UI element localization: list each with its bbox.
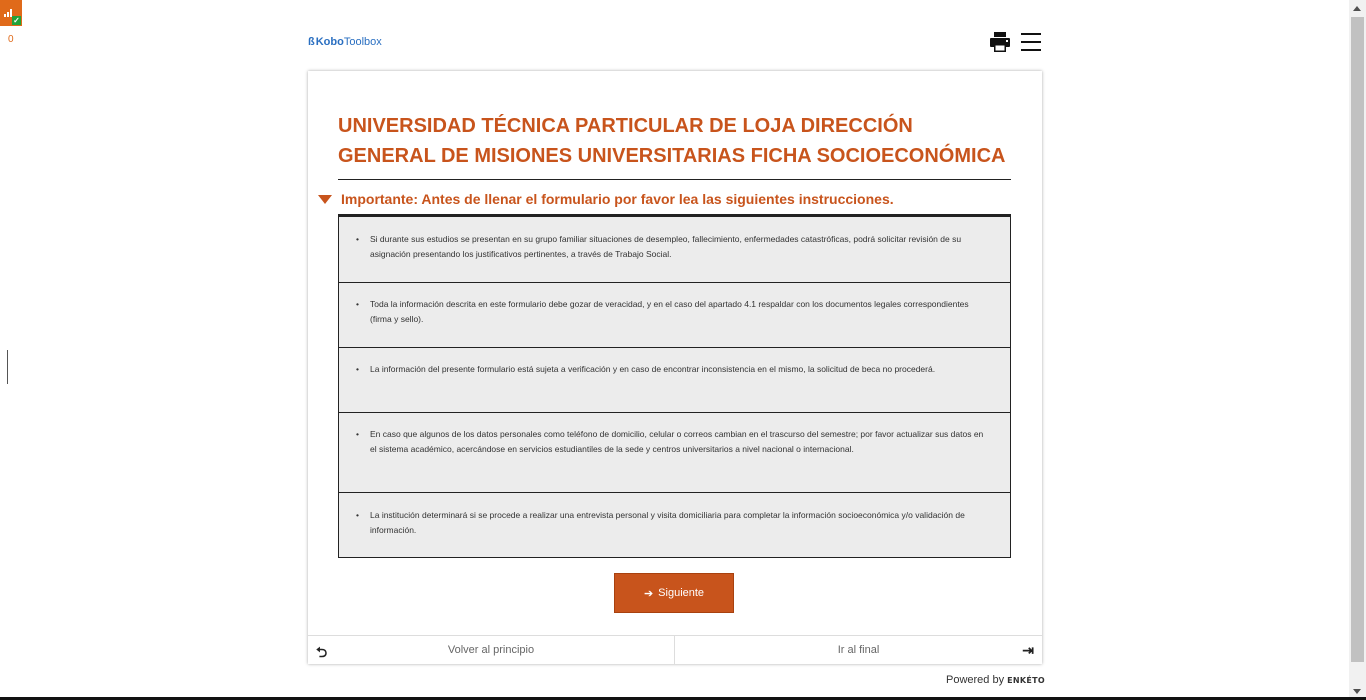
- vertical-scrollbar[interactable]: [1349, 0, 1366, 700]
- instructions-group-label: Importante: Antes de llenar el formulari…: [341, 191, 894, 207]
- print-icon: [990, 32, 1010, 52]
- scroll-up-icon[interactable]: [1353, 6, 1361, 11]
- instructions-group-toggle[interactable]: Importante: Antes de llenar el formulari…: [318, 189, 1018, 209]
- form-card: UNIVERSIDAD TÉCNICA PARTICULAR DE LOJA D…: [308, 71, 1042, 664]
- title-divider: [338, 179, 1011, 180]
- note-item: • En caso que algunos de los datos perso…: [339, 413, 1010, 493]
- form-title: UNIVERSIDAD TÉCNICA PARTICULAR DE LOJA D…: [338, 115, 1006, 167]
- next-button-label: Siguiente: [658, 587, 705, 599]
- go-to-end-button[interactable]: Ir al final ⇥: [675, 636, 1042, 664]
- powered-prefix: Powered by: [946, 674, 1005, 686]
- back-to-start-label: Volver al principio: [447, 644, 535, 656]
- enketo-brand[interactable]: ENKÉTO: [1007, 676, 1045, 685]
- page: ✓ 0 ßKoboToolbox UNIVERSIDAD TÉCNICA PAR…: [0, 0, 1366, 700]
- queue-count: 0: [8, 34, 14, 45]
- note-item: • Toda la información descrita en este f…: [339, 283, 1010, 348]
- note-text: Toda la información descrita en este for…: [370, 299, 969, 324]
- hamburger-menu-icon: [1021, 33, 1041, 51]
- form-navigation-bar: ⮌ Volver al principio Ir al final ⇥: [308, 635, 1042, 664]
- logo-suffix: Toolbox: [343, 36, 382, 48]
- note-text: La institución determinará si se procede…: [370, 510, 965, 535]
- scroll-down-icon[interactable]: [1353, 689, 1361, 694]
- bullet-icon: •: [356, 234, 359, 244]
- note-item: • Si durante sus estudios se presentan e…: [339, 217, 1010, 283]
- logo-prefix: Kobo: [315, 36, 344, 48]
- note-text: La información del presente formulario e…: [370, 364, 936, 374]
- note-item: • La institución determinará si se proce…: [339, 493, 1010, 557]
- back-to-start-button[interactable]: ⮌ Volver al principio: [308, 636, 675, 664]
- arrow-to-end-icon: ⇥: [1022, 642, 1034, 658]
- bullet-icon: •: [356, 510, 359, 520]
- note-text: En caso que algunos de los datos persona…: [370, 429, 984, 454]
- kobotoolbox-logo: ßKoboToolbox: [308, 36, 382, 48]
- bullet-icon: •: [356, 429, 359, 439]
- queue-status-icon: [4, 9, 12, 17]
- bullet-icon: •: [356, 299, 359, 309]
- undo-arrow-icon: ⮌: [316, 644, 328, 660]
- print-button[interactable]: [988, 30, 1012, 54]
- caret-down-icon: [318, 194, 332, 204]
- text-cursor: [7, 350, 9, 384]
- instructions-notes: • Si durante sus estudios se presentan e…: [338, 214, 1011, 558]
- bullet-icon: •: [356, 364, 359, 374]
- next-button[interactable]: ➔ Siguiente: [614, 573, 734, 613]
- note-item: • La información del presente formulario…: [339, 348, 1010, 413]
- check-icon: ✓: [12, 16, 21, 25]
- note-text: Si durante sus estudios se presentan en …: [370, 234, 962, 259]
- scrollbar-thumb[interactable]: [1351, 17, 1364, 662]
- go-to-end-label: Ir al final: [837, 644, 880, 656]
- powered-by: Powered by ENKÉTO: [946, 674, 1045, 686]
- menu-button[interactable]: [1020, 31, 1042, 53]
- kobo-logo-icon: ß: [308, 36, 315, 48]
- offline-queue-indicator[interactable]: ✓: [0, 0, 22, 26]
- arrow-right-icon: ➔: [643, 587, 654, 600]
